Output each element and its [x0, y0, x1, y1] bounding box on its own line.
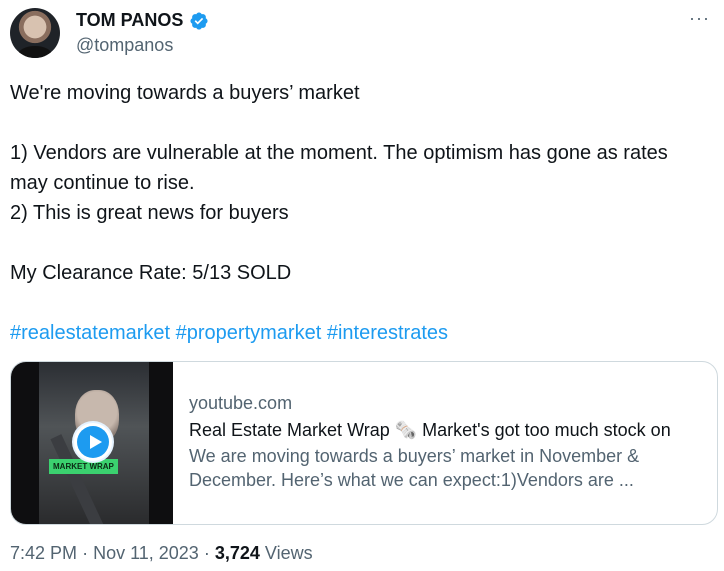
card-description: We are moving towards a buyers’ market i…: [189, 446, 640, 490]
views-label: Views: [264, 543, 313, 563]
separator: ·: [82, 543, 89, 563]
hashtag-link[interactable]: #propertymarket: [176, 322, 322, 344]
separator: ·: [203, 543, 210, 563]
hashtags: #realestatemarket #propertymarket #inter…: [10, 318, 700, 348]
link-preview-card[interactable]: MARKET WRAP youtube.com Real Estate Mark…: [10, 361, 718, 525]
author-row: TOM PANOS: [76, 10, 209, 31]
card-title: Real Estate Market Wrap 🗞️ Market's got …: [189, 420, 671, 440]
tweet-line: 1) Vendors are vulnerable at the moment.…: [10, 142, 668, 194]
tweet-time[interactable]: 7:42 PM: [10, 543, 77, 563]
thumbnail-tag: MARKET WRAP: [49, 459, 118, 474]
tweet-meta: 7:42 PM · Nov 11, 2023 · 3,724 Views: [10, 543, 313, 564]
tweet-line: We're moving towards a buyers’ market: [10, 82, 360, 104]
play-icon[interactable]: [74, 423, 112, 461]
more-options-icon[interactable]: ···: [689, 8, 710, 29]
tweet-date[interactable]: Nov 11, 2023: [93, 543, 199, 563]
tweet-text: We're moving towards a buyers’ market 1)…: [10, 78, 700, 348]
hashtag-link[interactable]: #realestatemarket: [10, 322, 170, 344]
author-name[interactable]: TOM PANOS: [76, 10, 183, 31]
card-domain: youtube.com: [189, 393, 293, 413]
hashtag-link[interactable]: #interestrates: [327, 322, 448, 344]
verified-badge-icon: [190, 11, 208, 30]
author-handle[interactable]: @tompanos: [76, 35, 173, 56]
tweet-line: 2) This is great news for buyers: [10, 202, 289, 224]
views-count: 3,724: [214, 543, 260, 563]
avatar[interactable]: [10, 8, 60, 58]
tweet-line: My Clearance Rate: 5/13 SOLD: [10, 262, 292, 284]
card-text: youtube.com Real Estate Market Wrap 🗞️ M…: [189, 390, 709, 492]
video-thumbnail[interactable]: MARKET WRAP: [11, 362, 173, 524]
